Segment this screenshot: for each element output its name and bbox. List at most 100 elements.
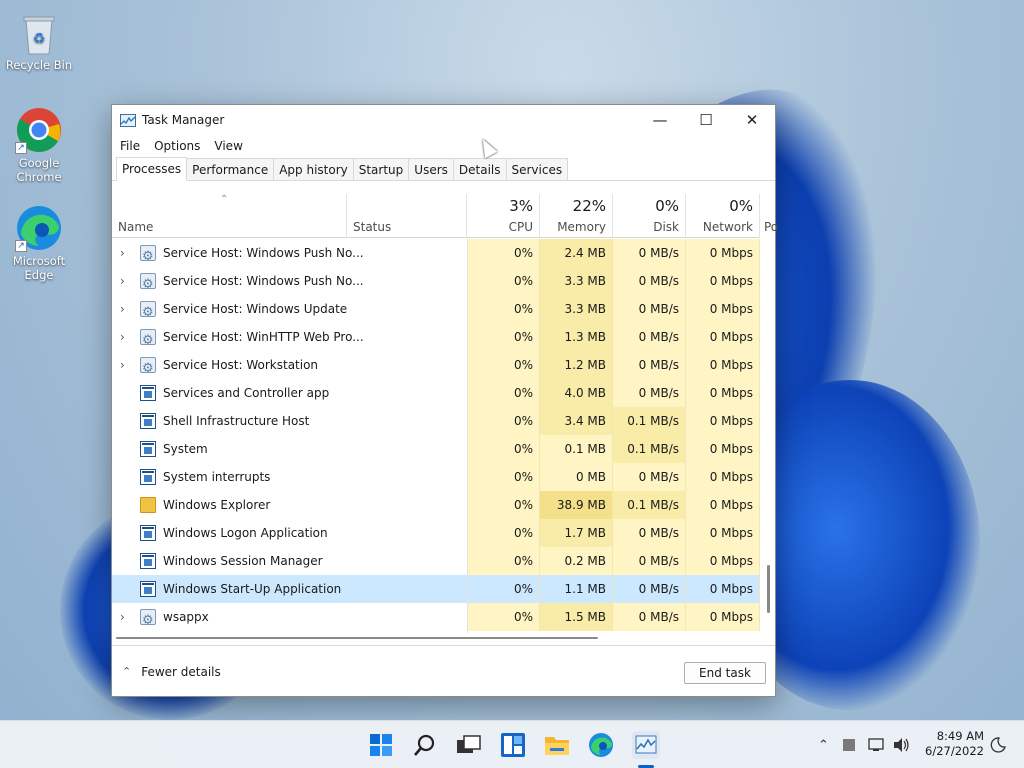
expand-chevron-icon[interactable]: ›: [120, 295, 125, 323]
process-status: [347, 519, 467, 547]
process-disk: 0 MB/s: [613, 239, 686, 267]
process-disk: 0 MB/s: [613, 603, 686, 631]
volume-icon[interactable]: [893, 721, 911, 768]
search-icon[interactable]: [412, 732, 438, 758]
process-row[interactable]: Shell Infrastructure Host 0% 3.4 MB 0.1 MB/…: [112, 407, 760, 435]
column-memory[interactable]: 22% Memory: [540, 194, 613, 238]
column-status-label: Status: [353, 220, 392, 234]
show-hidden-icons-icon[interactable]: ⌃: [818, 721, 829, 768]
process-disk: 0 MB/s: [613, 379, 686, 407]
desktop-icon-recycle-bin[interactable]: ♻ Recycle Bin: [1, 10, 77, 72]
column-cpu[interactable]: 3% CPU: [467, 194, 540, 238]
tab-startup[interactable]: Startup: [352, 158, 410, 180]
end-task-button[interactable]: End task: [684, 662, 766, 684]
process-row[interactable]: › Service Host: Workstation 0%1.2 MB0 MB/s…: [112, 351, 760, 383]
expand-chevron-icon[interactable]: ›: [120, 323, 125, 351]
notification-area-icon[interactable]: [842, 721, 856, 768]
widgets-icon[interactable]: [500, 732, 526, 758]
network-icon[interactable]: [868, 721, 886, 768]
process-row[interactable]: Windows Explorer 0% 38.9 MB 0.1 MB/s 0 Mbps: [112, 491, 760, 519]
clock[interactable]: 8:49 AM 6/27/2022: [912, 729, 984, 759]
process-network: 0 Mbps: [686, 379, 760, 407]
process-memory: 1.5 MB: [540, 603, 613, 631]
fewer-details-label: Fewer details: [141, 664, 221, 679]
maximize-button[interactable]: ☐: [683, 105, 729, 135]
menu-file[interactable]: File: [120, 139, 140, 153]
tab-services[interactable]: Services: [505, 158, 569, 180]
process-memory: 3.4 MB: [540, 407, 613, 435]
expand-chevron-icon[interactable]: ›: [120, 603, 125, 631]
task-manager-icon[interactable]: [632, 731, 660, 759]
process-row[interactable]: › Service Host: WinHTTP Web Pro... 0%1.3 M…: [112, 323, 760, 355]
tab-processes[interactable]: Processes: [116, 157, 188, 181]
process-status: [347, 295, 467, 323]
window-title: Task Manager: [142, 113, 225, 127]
process-cpu: 0%: [467, 491, 540, 519]
recycle-bin-icon: ♻: [21, 12, 57, 56]
tab-app-history[interactable]: App history: [273, 158, 354, 180]
column-network-label: Network: [702, 220, 753, 234]
task-manager-icon: [120, 113, 136, 127]
edge-icon: ↗: [15, 204, 63, 252]
process-disk: 0 MB/s: [613, 519, 686, 547]
column-power-partial[interactable]: Po: [760, 194, 778, 238]
process-memory: 1.7 MB: [540, 519, 613, 547]
title-bar[interactable]: Task Manager — ☐ ✕: [112, 105, 775, 135]
fewer-details-button[interactable]: ⌃ Fewer details: [122, 665, 221, 679]
process-list: ›Service Host: Windows Push No...0%2.4 M…: [112, 239, 760, 633]
edge-icon[interactable]: [588, 732, 614, 758]
horizontal-scrollbar[interactable]: [116, 637, 598, 639]
process-network: 0 Mbps: [686, 519, 760, 547]
menu-options[interactable]: Options: [154, 139, 200, 153]
column-memory-label: Memory: [557, 220, 606, 234]
expand-chevron-icon[interactable]: ›: [120, 239, 125, 267]
window-icon: [140, 469, 156, 485]
column-disk[interactable]: 0% Disk: [613, 194, 686, 238]
start-icon[interactable]: [368, 732, 394, 758]
desktop-icon-microsoft-edge[interactable]: ↗ Microsoft Edge: [1, 204, 77, 282]
process-row[interactable]: Windows Session Manager 0% 0.2 MB 0 MB/s 0 M…: [112, 547, 760, 575]
process-disk: 0 MB/s: [613, 463, 686, 491]
process-disk: 0 MB/s: [613, 267, 686, 295]
tab-users[interactable]: Users: [408, 158, 454, 180]
tab-details[interactable]: Details: [452, 158, 507, 180]
minimize-button[interactable]: —: [637, 105, 683, 135]
process-row[interactable]: › Service Host: Windows Push No... 0%3.3 M…: [112, 267, 760, 299]
process-disk: 0 MB/s: [613, 323, 686, 351]
desktop-icon-google-chrome[interactable]: ↗ Google Chrome: [1, 106, 77, 184]
task-view-icon[interactable]: [456, 732, 482, 758]
process-memory: 0.1 MB: [540, 435, 613, 463]
process-row[interactable]: ›Service Host: Windows Update0%3.3 MB0 M…: [112, 295, 760, 327]
tab-performance[interactable]: Performance: [186, 158, 275, 180]
process-status: [347, 407, 467, 435]
process-row[interactable]: Services and Controller app 0% 4.0 MB 0 MB/…: [112, 379, 760, 407]
vertical-scrollbar[interactable]: [767, 565, 770, 613]
focus-assist-icon[interactable]: [990, 721, 1006, 768]
process-name: wsappx: [163, 610, 209, 624]
process-memory: 4.0 MB: [540, 379, 613, 407]
process-row[interactable]: Windows Logon Application 0% 1.7 MB 0 MB/s 0…: [112, 519, 760, 547]
menu-view[interactable]: View: [214, 139, 242, 153]
process-row[interactable]: › Service Host: Windows Push No... 0%2.4 M…: [112, 239, 760, 271]
process-row[interactable]: System interrupts 0% 0 MB 0 MB/s 0 Mbps: [112, 463, 760, 491]
process-row[interactable]: Windows Start-Up Application 0% 1.1 MB 0 MB…: [112, 575, 760, 603]
process-memory: 0 MB: [540, 463, 613, 491]
column-name[interactable]: Name: [112, 194, 347, 238]
process-row[interactable]: › wsappx 0%1.5 MB0 MB/s0 Mbps: [112, 603, 760, 633]
process-status: [347, 547, 467, 575]
process-network: 0 Mbps: [686, 547, 760, 575]
expand-chevron-icon[interactable]: ›: [120, 267, 125, 295]
column-status[interactable]: Status: [347, 194, 467, 238]
process-row[interactable]: System 0% 0.1 MB 0.1 MB/s 0 Mbps: [112, 435, 760, 463]
process-cpu: 0%: [467, 407, 540, 435]
process-name: Service Host: WinHTTP Web Pro...: [163, 330, 364, 344]
menu-bar: File Options View: [112, 135, 775, 157]
expand-chevron-icon[interactable]: ›: [120, 351, 125, 379]
cpu-usage-total: 3%: [509, 197, 533, 215]
column-network[interactable]: 0% Network: [686, 194, 760, 238]
file-explorer-icon[interactable]: [544, 732, 570, 758]
process-name: Service Host: Windows Push No...: [163, 274, 364, 288]
column-header: ⌃ Name Status 3% CPU 22% Memory 0% Disk …: [112, 194, 778, 238]
close-button[interactable]: ✕: [729, 105, 775, 135]
gear-icon: [140, 607, 156, 633]
